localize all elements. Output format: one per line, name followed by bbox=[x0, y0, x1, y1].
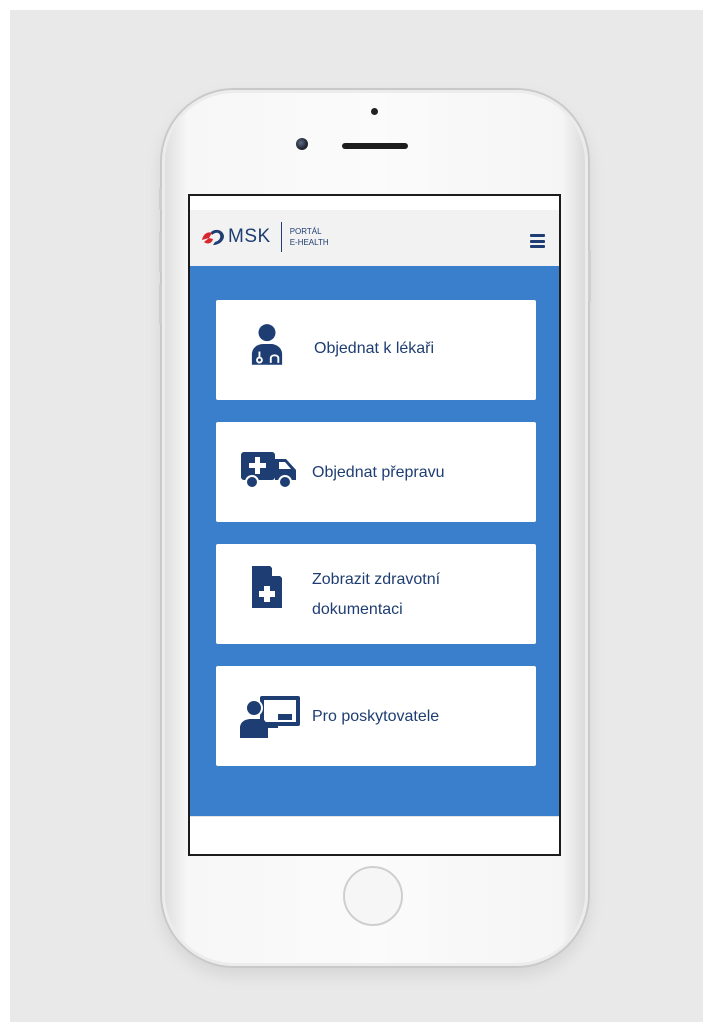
msk-logo-icon bbox=[202, 229, 224, 245]
msk-logo[interactable]: MSK PORTÁL E-HEALTH bbox=[200, 222, 329, 252]
volume-down-button bbox=[159, 284, 162, 324]
portal-line-2: E-HEALTH bbox=[289, 238, 329, 247]
for-providers-button[interactable]: Pro poskytovatele bbox=[216, 666, 536, 766]
status-bar bbox=[190, 196, 559, 211]
earpiece-speaker bbox=[342, 143, 408, 149]
card-label-line-1: Zobrazit zdravotní bbox=[312, 571, 441, 588]
order-transport-button[interactable]: Objednat přepravu bbox=[216, 422, 536, 522]
order-doctor-button[interactable]: Objednat k lékaři bbox=[216, 300, 536, 400]
app-header: MSK PORTÁL E-HEALTH bbox=[190, 210, 559, 266]
logo-text: MSK bbox=[228, 226, 271, 247]
power-button bbox=[588, 250, 591, 302]
hamburger-menu-icon[interactable] bbox=[530, 234, 545, 248]
portal-subtitle: PORTÁL E-HEALTH bbox=[290, 226, 329, 248]
proximity-sensor bbox=[371, 108, 378, 115]
medical-document-icon bbox=[252, 566, 282, 608]
footer-strip bbox=[190, 816, 559, 854]
portal-line-1: PORTÁL bbox=[289, 227, 322, 236]
ambulance-icon bbox=[241, 452, 296, 489]
home-button[interactable] bbox=[343, 866, 403, 926]
front-camera bbox=[296, 138, 308, 150]
show-medical-docs-button[interactable]: Zobrazit zdravotní dokumentaci bbox=[216, 544, 536, 644]
doctor-icon bbox=[251, 324, 283, 365]
volume-up-button bbox=[159, 232, 162, 272]
phone-screen: MSK PORTÁL E-HEALTH Objednat k lékaři Ob… bbox=[188, 194, 561, 856]
card-label: Pro poskytovatele bbox=[312, 708, 440, 725]
card-label: Objednat k lékaři bbox=[314, 340, 435, 357]
silent-switch bbox=[159, 188, 162, 210]
card-label: Objednat přepravu bbox=[312, 464, 445, 481]
logo-divider bbox=[280, 222, 282, 252]
card-label-line-2: dokumentaci bbox=[312, 601, 403, 618]
presenter-icon bbox=[240, 696, 300, 738]
main-content: Objednat k lékaři Objednat přepravu Zobr… bbox=[190, 266, 559, 816]
